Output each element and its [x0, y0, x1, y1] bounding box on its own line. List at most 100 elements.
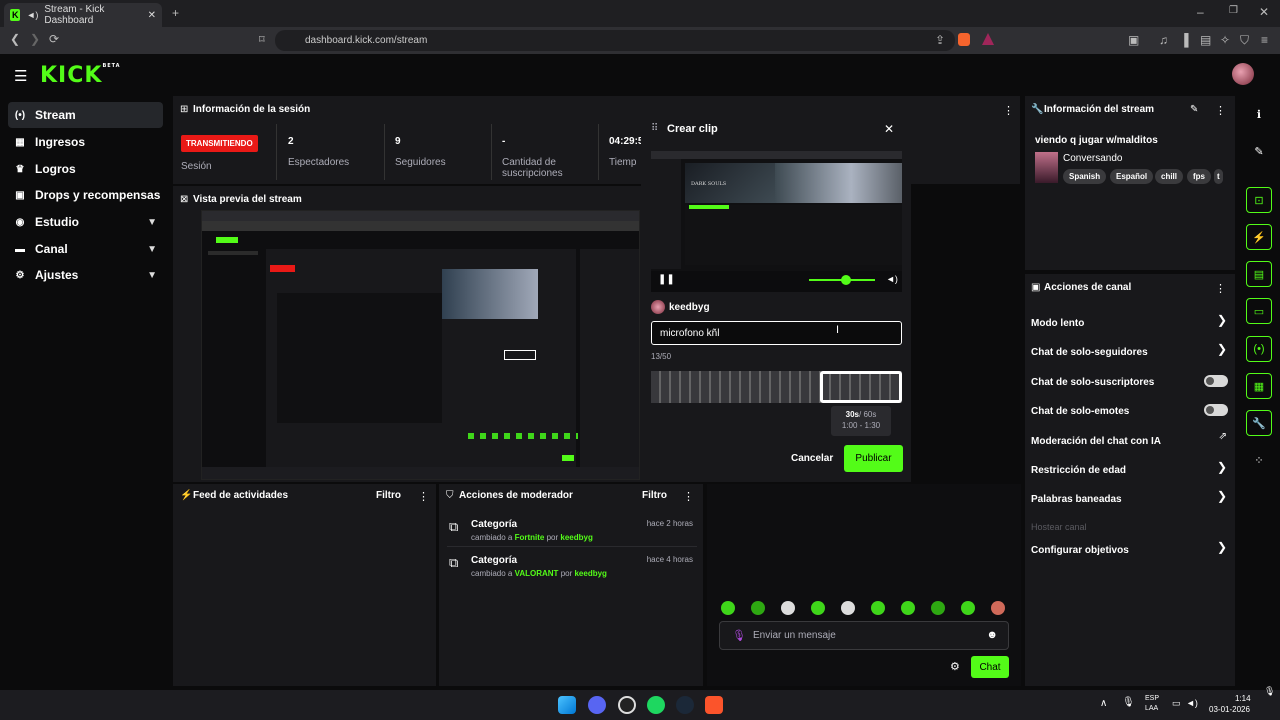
sidebar-item-stream[interactable]: (•) Stream	[8, 102, 163, 128]
stream-preview-video[interactable]	[201, 210, 640, 480]
clip-video-preview[interactable]: DARK SOULS ❚❚ ◄)	[651, 151, 902, 292]
sidebar-item-ajustes[interactable]: ⚙ Ajustes ▼	[8, 262, 163, 288]
session-rail-icon[interactable]: ⊡	[1246, 187, 1272, 213]
address-bar[interactable]: dashboard.kick.com/stream	[275, 30, 955, 51]
chat-rail-icon[interactable]: ▭	[1246, 298, 1272, 324]
windows-start-icon[interactable]	[558, 696, 576, 714]
emote-icon[interactable]	[931, 601, 945, 615]
stream-info-menu-icon[interactable]: ⋮	[1215, 104, 1226, 117]
discord-icon[interactable]	[588, 696, 606, 714]
bolt-rail-icon[interactable]: ⚡	[1246, 224, 1272, 250]
kick-logo[interactable]: KICKBETA	[40, 63, 121, 88]
sidebar-icon[interactable]: ▐	[1180, 33, 1189, 47]
channel-action-followers-only[interactable]: Chat de solo-seguidores ❯	[1031, 342, 1229, 360]
menu-icon[interactable]: ≡	[1261, 33, 1268, 47]
emote-icon[interactable]	[811, 601, 825, 615]
sidebar-item-ingresos[interactable]: ▦ Ingresos	[8, 129, 163, 155]
pencil-rail-icon[interactable]: ✎	[1246, 138, 1272, 164]
channel-action-goals[interactable]: Configurar objetivos ❯	[1031, 540, 1229, 558]
sidebar-item-estudio[interactable]: ◉ Estudio ▼	[8, 209, 163, 235]
brave-icon[interactable]	[705, 696, 723, 714]
mod-actions-title: Acciones de moderador	[459, 490, 573, 501]
tray-mic-icon[interactable]: 🎙	[1122, 697, 1135, 708]
document-rail-icon[interactable]: ▤	[1246, 261, 1272, 287]
emote-icon[interactable]	[901, 601, 915, 615]
tab-close-icon[interactable]: ✕	[148, 10, 156, 21]
brave-shield-icon[interactable]	[958, 33, 970, 46]
chat-input[interactable]: 🎙 Enviar un mensaje ☻	[719, 621, 1009, 650]
browser-tab[interactable]: K ◄) Stream - Kick Dashboard ✕	[4, 3, 162, 27]
apps-rail-icon[interactable]: ⁘	[1246, 447, 1272, 473]
mod-item-user: keedbyg	[574, 569, 607, 578]
preview-title: Vista previa del stream	[193, 194, 302, 205]
channel-action-ai-moderation[interactable]: Moderación del chat con IA ⇗	[1031, 431, 1229, 449]
leo-ai-icon[interactable]: ✧	[1220, 33, 1230, 47]
bookmark-icon[interactable]: ⌑	[259, 33, 265, 46]
back-icon[interactable]: ❮	[10, 32, 20, 46]
emote-icon[interactable]	[961, 601, 975, 615]
layout-rail-icon[interactable]: ▦	[1246, 373, 1272, 399]
chat-send-button[interactable]: Chat	[971, 656, 1009, 678]
publish-button[interactable]: Publicar	[844, 445, 903, 472]
pause-icon[interactable]: ❚❚	[658, 274, 675, 285]
emote-icon[interactable]	[781, 601, 795, 615]
emote-icon[interactable]	[721, 601, 735, 615]
chevron-right-icon: ❯	[1216, 540, 1227, 554]
maximize-icon[interactable]: ❐	[1229, 5, 1238, 16]
volume-handle[interactable]	[841, 275, 851, 285]
channel-action-age-restriction[interactable]: Restricción de edad ❯	[1031, 460, 1229, 478]
emoji-icon[interactable]: ☻	[986, 629, 998, 641]
tray-chevron-icon[interactable]: ∧	[1100, 698, 1107, 709]
emotes-only-toggle[interactable]	[1204, 404, 1228, 416]
new-tab-icon[interactable]: +	[172, 6, 179, 20]
channel-action-banned-words[interactable]: Palabras baneadas ❯	[1031, 489, 1229, 507]
emote-icon[interactable]	[871, 601, 885, 615]
wallet-icon[interactable]: ▤	[1200, 33, 1211, 47]
sidebar-item-logros[interactable]: ♛ Logros	[8, 156, 163, 182]
steam-icon[interactable]	[676, 696, 694, 714]
subs-only-toggle[interactable]	[1204, 375, 1228, 387]
session-menu-icon[interactable]: ⋮	[1003, 104, 1014, 117]
volume-tray-icon[interactable]: ◄)	[1186, 698, 1198, 708]
mod-menu-icon[interactable]: ⋮	[683, 490, 694, 503]
music-icon[interactable]: ♫	[1159, 33, 1168, 47]
avatar[interactable]	[1232, 63, 1254, 85]
forward-icon[interactable]: ❯	[30, 32, 40, 46]
volume-icon[interactable]: ◄)	[886, 274, 898, 284]
network-icon[interactable]: ▭	[1172, 698, 1181, 709]
close-window-icon[interactable]: ✕	[1259, 5, 1269, 19]
notification-icon[interactable]: 🎙	[1264, 686, 1275, 697]
info-rail-icon[interactable]: ℹ	[1246, 101, 1272, 127]
mod-filter-button[interactable]: Filtro	[642, 490, 667, 501]
clip-title-input[interactable]: microfono kñl	[651, 321, 902, 345]
share-icon[interactable]: ⇪	[935, 33, 945, 47]
vpn-icon[interactable]: ⛉	[1240, 33, 1249, 48]
activity-filter-button[interactable]: Filtro	[376, 490, 401, 501]
channel-action-slow-mode[interactable]: Modo lento ❯	[1031, 313, 1229, 331]
session-title: Información de la sesión	[193, 104, 311, 115]
edit-icon[interactable]: ✎	[1190, 104, 1198, 115]
close-icon[interactable]: ✕	[884, 122, 894, 136]
emote-icon[interactable]	[991, 601, 1005, 615]
mod-item-title: Categoría	[471, 519, 518, 530]
broadcast-rail-icon[interactable]: (•)	[1246, 336, 1272, 362]
minimize-icon[interactable]: –	[1197, 5, 1204, 19]
language-indicator-secondary[interactable]: LAA	[1145, 705, 1158, 712]
chat-settings-icon[interactable]: ⚙	[950, 660, 960, 673]
extensions-icon[interactable]: ▣	[1128, 33, 1139, 47]
emote-icon[interactable]	[841, 601, 855, 615]
drag-handle-icon[interactable]: ⠿	[651, 123, 658, 134]
wrench-rail-icon[interactable]: 🔧	[1246, 410, 1272, 436]
clip-range-selector[interactable]	[820, 371, 902, 403]
sidebar-item-canal[interactable]: ▬ Canal ▼	[8, 236, 163, 262]
obs-icon[interactable]	[618, 696, 636, 714]
reload-icon[interactable]: ⟳	[49, 32, 59, 46]
cancel-button[interactable]: Cancelar	[791, 453, 833, 464]
sidebar-item-drops[interactable]: ▣ Drops y recompensas	[8, 182, 163, 208]
emote-icon[interactable]	[751, 601, 765, 615]
hamburger-menu-icon[interactable]: ☰	[14, 67, 27, 85]
spotify-icon[interactable]	[647, 696, 665, 714]
activity-menu-icon[interactable]: ⋮	[418, 490, 429, 503]
channel-actions-menu-icon[interactable]: ⋮	[1215, 282, 1226, 295]
language-indicator[interactable]: ESP	[1145, 695, 1159, 702]
